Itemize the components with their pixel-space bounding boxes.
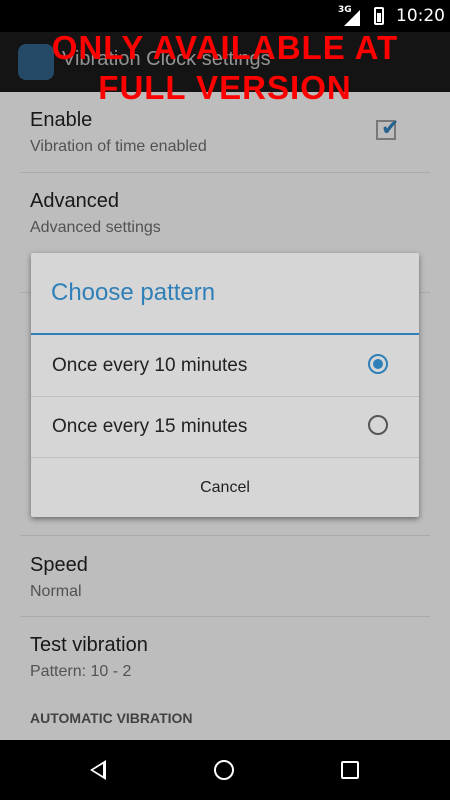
radio-selected-icon[interactable] <box>368 354 388 374</box>
signal-icon <box>344 10 360 26</box>
dialog-title: Choose pattern <box>51 279 216 306</box>
home-icon[interactable] <box>214 760 234 780</box>
dialog-title-divider <box>31 333 419 335</box>
choose-pattern-dialog: Choose pattern Once every 10 minutes Onc… <box>31 253 419 517</box>
pattern-option-10-minutes[interactable]: Once every 10 minutes <box>31 336 419 396</box>
settings-screen: 3G 10:20 Vibration Clock settings Enable… <box>0 0 450 800</box>
promo-banner: ONLY AVAILABLE AT FULL VERSION <box>0 28 450 108</box>
option-label: Once every 15 minutes <box>52 416 248 437</box>
navigation-bar <box>0 740 450 800</box>
battery-icon <box>374 7 384 25</box>
status-time: 10:20 <box>396 6 445 26</box>
option-label: Once every 10 minutes <box>52 355 248 376</box>
pattern-option-15-minutes[interactable]: Once every 15 minutes <box>31 397 419 457</box>
radio-unselected-icon[interactable] <box>368 415 388 435</box>
cancel-button[interactable]: Cancel <box>31 458 419 517</box>
recents-icon[interactable] <box>341 761 359 779</box>
promo-line-2: FULL VERSION <box>98 69 352 106</box>
promo-line-1: ONLY AVAILABLE AT <box>51 29 399 66</box>
back-icon[interactable] <box>90 760 106 780</box>
